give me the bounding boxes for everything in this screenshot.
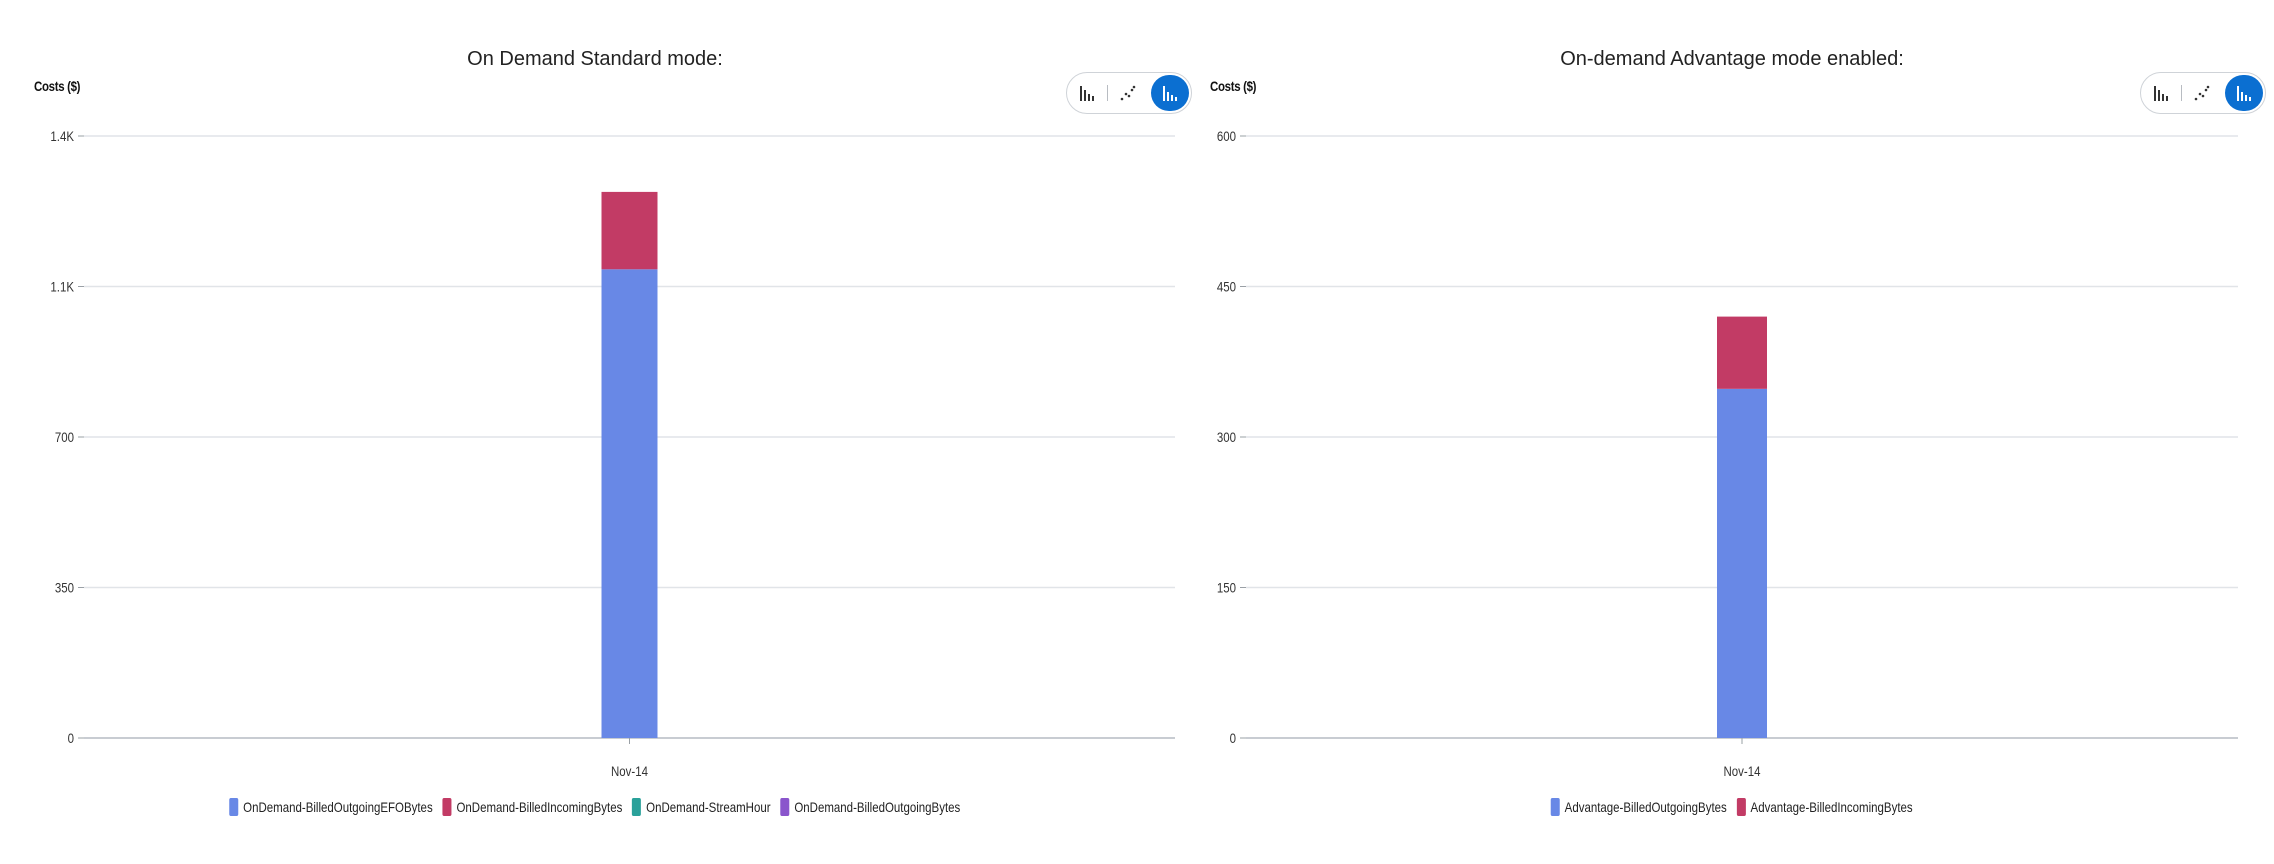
y-tick-label: 700 [55,429,74,445]
x-tick-label: Nov-14 [611,763,648,779]
chart-panel-advantage: On-demand Advantage mode enabled: Costs … [1190,0,2274,864]
x-tick-label: Nov-14 [1723,763,1760,779]
y-tick-label: 0 [68,730,74,746]
legend-label: OnDemand-BilledIncomingBytes [456,799,623,815]
y-tick-label: 0 [1230,730,1236,746]
bar-segment[interactable] [601,191,658,270]
chart-legend: Advantage-BilledOutgoingBytes Advantage-B… [1190,798,2274,816]
legend-item[interactable]: OnDemand-BilledOutgoingBytes [780,798,961,816]
y-tick-label: 1.4K [50,128,74,144]
legend-label: OnDemand-BilledOutgoingEFOBytes [243,799,433,815]
y-tick-label: 150 [1217,579,1236,595]
legend-label: OnDemand-StreamHour [646,799,771,815]
bar-segment[interactable] [601,269,658,738]
y-tick-label: 300 [1217,429,1236,445]
chart-plot-area: 0 350 700 1.1K 1.4K Nov-14 [50,128,1175,779]
bar-segment[interactable] [1717,316,1767,389]
y-tick-label: 350 [55,579,74,595]
chart-plot-area: 0 150 300 450 600 Nov-14 [1217,128,2238,779]
legend-item[interactable]: OnDemand-StreamHour [632,798,771,816]
legend-swatch [632,798,642,816]
legend-label: Advantage-BilledOutgoingBytes [1564,799,1728,815]
legend-item[interactable]: Advantage-BilledIncomingBytes [1736,798,1913,816]
legend-swatch [1736,798,1746,816]
y-tick-label: 600 [1217,128,1236,144]
legend-item[interactable]: OnDemand-BilledIncomingBytes [442,798,623,816]
legend-swatch [442,798,452,816]
chart-legend: OnDemand-BilledOutgoingEFOBytes OnDemand-… [0,798,1190,816]
chart-panel-standard: On Demand Standard mode: Costs ($) 0 350 7… [0,0,1192,864]
legend-swatch [1551,798,1561,816]
y-tick-label: 450 [1217,278,1236,294]
bar-segment[interactable] [1717,388,1767,738]
legend-label: OnDemand-BilledOutgoingBytes [794,799,961,815]
y-tick-label: 1.1K [50,278,74,294]
legend-item[interactable]: Advantage-BilledOutgoingBytes [1551,798,1727,816]
legend-swatch [229,798,239,816]
legend-item[interactable]: OnDemand-BilledOutgoingEFOBytes [229,798,433,816]
legend-swatch [780,798,790,816]
legend-label: Advantage-BilledIncomingBytes [1750,799,1913,815]
